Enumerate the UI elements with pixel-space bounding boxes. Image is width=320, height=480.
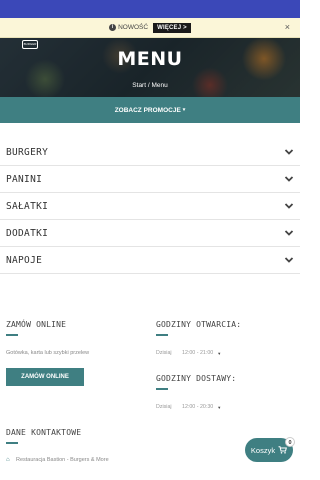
payment-methods-text: Gotówka, karta lub szybki przelew [6, 350, 90, 356]
hours-day: Dzisiaj [156, 350, 172, 356]
more-button[interactable]: WIĘCEJ > [153, 22, 191, 33]
chevron-down-icon [284, 203, 294, 209]
cart-count-badge: 0 [285, 437, 295, 447]
cart-label: Koszyk [250, 445, 276, 455]
category-item-dodatki[interactable]: DODATKI [0, 220, 300, 247]
chevron-down-icon [284, 230, 294, 236]
title-underline [6, 442, 18, 444]
info-icon: i [109, 24, 117, 31]
title-underline [6, 334, 18, 336]
hours-time: 12:00 - 21:00 [182, 350, 214, 356]
title-underline [156, 388, 168, 390]
category-item-panini[interactable]: PANINI [0, 166, 300, 193]
category-label: PANINI [6, 173, 43, 185]
contact-title: DANE KONTAKTOWE [6, 428, 82, 437]
address-line: ⌂ Restauracja Bastion - Burgers & More [6, 457, 146, 463]
dropdown-icon: ▼ [217, 404, 222, 410]
delivery-hours-select[interactable]: Dzisiaj 12:00 - 20:30 ▼ [156, 404, 296, 410]
caret-down-icon: ▾ [182, 107, 186, 113]
promo-toggle[interactable]: ZOBACZ PROMOCJE ▾ [0, 97, 300, 123]
category-label: NAPOJE [6, 254, 43, 266]
dropdown-icon: ▼ [217, 350, 222, 356]
category-label: SAŁATKI [6, 200, 49, 212]
page-title: MENU [117, 48, 183, 70]
chevron-down-icon [284, 257, 294, 263]
chevron-down-icon [284, 176, 294, 182]
hours-day: Dzisiaj [156, 404, 172, 410]
promo-label: ZOBACZ PROMOCJE [114, 106, 181, 114]
chevron-down-icon [284, 149, 294, 155]
order-online-button[interactable]: ZAMÓW ONLINE [6, 368, 84, 386]
home-icon: ⌂ [6, 457, 10, 463]
address-text: Restauracja Bastion - Burgers & More [16, 457, 109, 463]
opening-hours-title: GODZINY OTWARCIA: [156, 320, 242, 329]
category-label: DODATKI [6, 227, 49, 239]
order-online-title: ZAMÓW ONLINE [6, 320, 67, 329]
category-item-burgery[interactable]: BURGERY [0, 139, 300, 166]
category-list: BURGERY PANINI SAŁATKI DODATKI NAPOJE [0, 139, 300, 274]
cart-icon [278, 446, 288, 454]
category-item-salatki[interactable]: SAŁATKI [0, 193, 300, 220]
category-item-napoje[interactable]: NAPOJE [0, 247, 300, 274]
close-icon[interactable]: × [285, 22, 290, 32]
hero-banner: BURGER MENU Start / Menu [0, 38, 300, 97]
title-underline [156, 334, 168, 336]
top-strip [0, 0, 300, 18]
breadcrumb[interactable]: Start / Menu [0, 82, 300, 89]
category-label: BURGERY [6, 146, 49, 158]
notice-bar: i NOWOŚĆ WIĘCEJ > × [0, 18, 300, 38]
delivery-hours-title: GODZINY DOSTAWY: [156, 374, 237, 383]
order-online-column: ZAMÓW ONLINE Gotówka, karta lub szybki p… [6, 320, 146, 463]
opening-hours-select[interactable]: Dzisiaj 12:00 - 21:00 ▼ [156, 350, 296, 356]
hours-time: 12:00 - 20:30 [182, 404, 214, 410]
notice-label: NOWOŚĆ [118, 24, 149, 31]
hours-column: GODZINY OTWARCIA: Dzisiaj 12:00 - 21:00 … [156, 320, 296, 410]
